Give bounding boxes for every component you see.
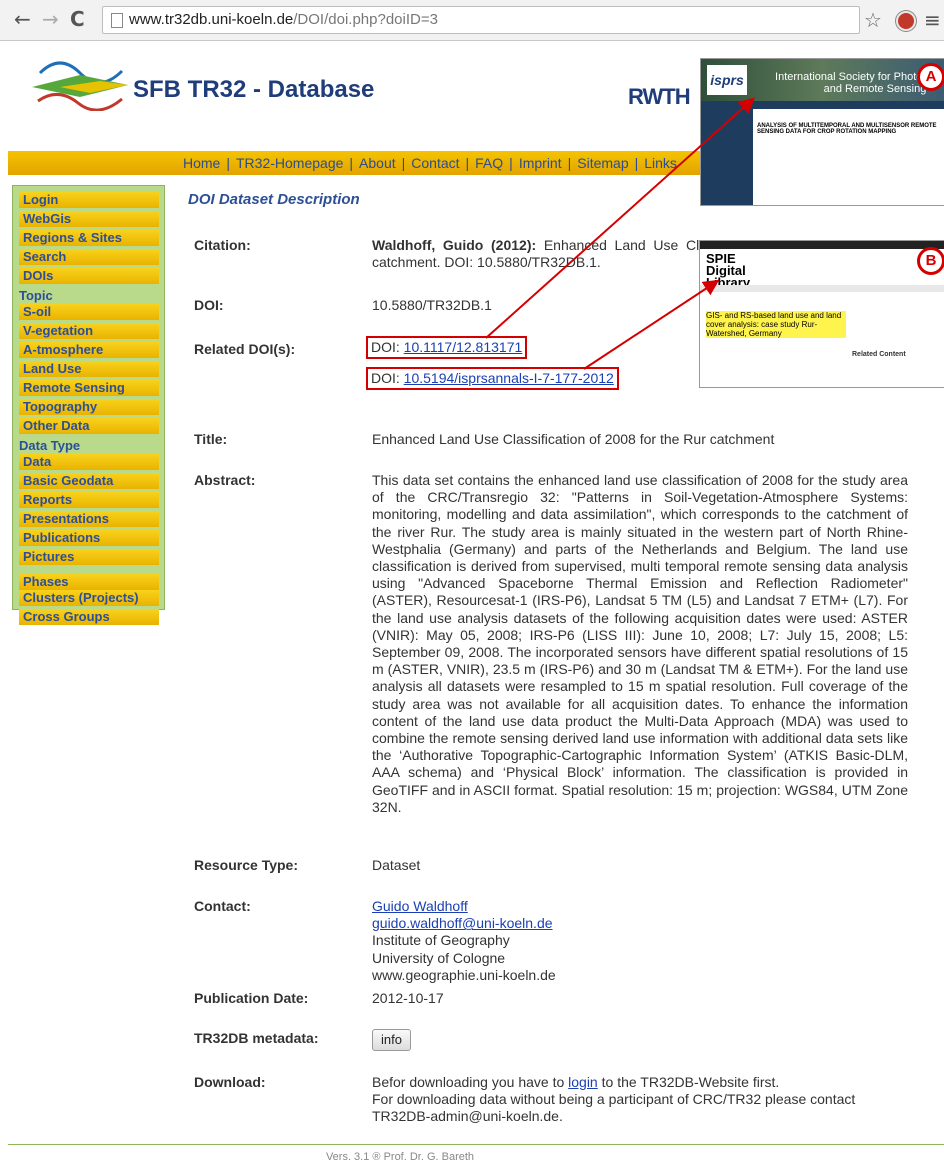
connector-arrows	[485, 97, 755, 370]
arrow-to-b	[583, 279, 720, 370]
arrow-to-a	[485, 97, 755, 339]
